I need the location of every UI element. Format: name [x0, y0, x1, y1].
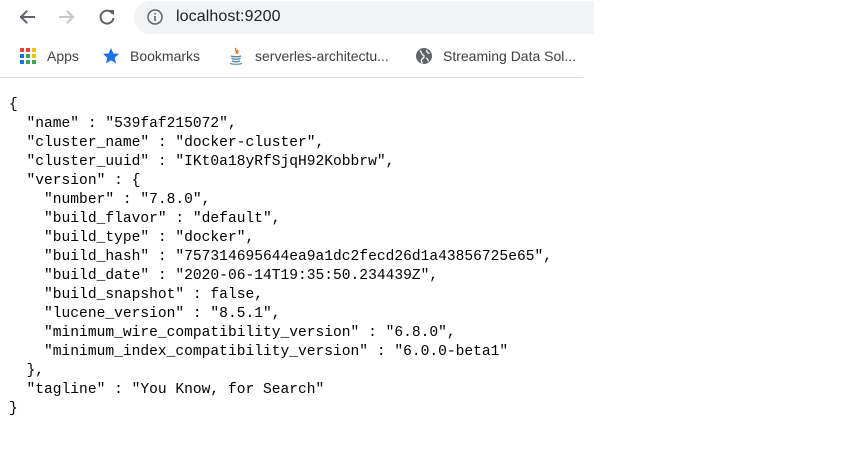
json-line: "build_flavor" : "default", — [9, 211, 281, 227]
apps-grid-icon — [20, 48, 36, 64]
json-line: { — [9, 97, 18, 113]
bookmark-serverless[interactable]: serverles-architectu... — [227, 46, 389, 66]
json-response: { "name" : "539faf215072", "cluster_name… — [9, 96, 552, 419]
bookmark-label: Bookmarks — [130, 48, 201, 64]
json-line: "build_date" : "2020-06-14T19:35:50.2344… — [9, 268, 439, 284]
json-line: "lucene_version" : "8.5.1", — [9, 306, 281, 322]
bookmark-label: Streaming Data Sol... — [443, 48, 577, 64]
bookmark-apps[interactable]: Apps — [19, 46, 79, 66]
json-line: "minimum_wire_compatibility_version" : "… — [9, 325, 456, 341]
address-bar[interactable]: localhost:9200 — [134, 1, 594, 34]
json-line: "version" : { — [9, 173, 141, 189]
json-line: "build_snapshot" : false, — [9, 287, 263, 303]
json-line: "tagline" : "You Know, for Search" — [9, 382, 325, 398]
forward-button[interactable] — [53, 4, 81, 30]
info-circle-icon[interactable] — [147, 9, 163, 25]
browser-toolbar: localhost:9200 — [0, 0, 594, 36]
json-line: "build_hash" : "757314695644ea9a1dc2fecd… — [9, 249, 552, 265]
json-line: } — [9, 401, 18, 417]
reload-button[interactable] — [93, 4, 121, 30]
json-line: "number" : "7.8.0", — [9, 192, 211, 208]
json-line: "build_type" : "docker", — [9, 230, 255, 246]
json-line: }, — [9, 363, 45, 379]
bookmark-label: serverles-architectu... — [255, 48, 389, 64]
json-line: "minimum_index_compatibility_version" : … — [9, 344, 509, 360]
arrow-left-icon — [19, 10, 35, 24]
back-button[interactable] — [13, 4, 41, 30]
reload-icon — [99, 9, 115, 25]
json-line: "cluster_name" : "docker-cluster", — [9, 135, 325, 151]
browser-chrome: localhost:9200 Apps Bookmarks serverles-… — [0, 0, 594, 78]
bookmark-bookmarks[interactable]: Bookmarks — [102, 46, 200, 66]
url-text[interactable]: localhost:9200 — [176, 8, 281, 26]
json-line: "cluster_uuid" : "IKt0a18yRfSjqH92Kobbrw… — [9, 154, 395, 170]
json-line: "name" : "539faf215072", — [9, 116, 237, 132]
bookmarks-bar: Apps Bookmarks serverles-architectu... S… — [0, 36, 583, 78]
star-icon — [103, 48, 119, 64]
bookmark-streaming[interactable]: Streaming Data Sol... — [415, 46, 576, 66]
bookmark-label: Apps — [47, 48, 79, 64]
globe-icon — [416, 48, 432, 64]
java-icon — [229, 47, 243, 65]
arrow-right-icon — [59, 10, 75, 24]
